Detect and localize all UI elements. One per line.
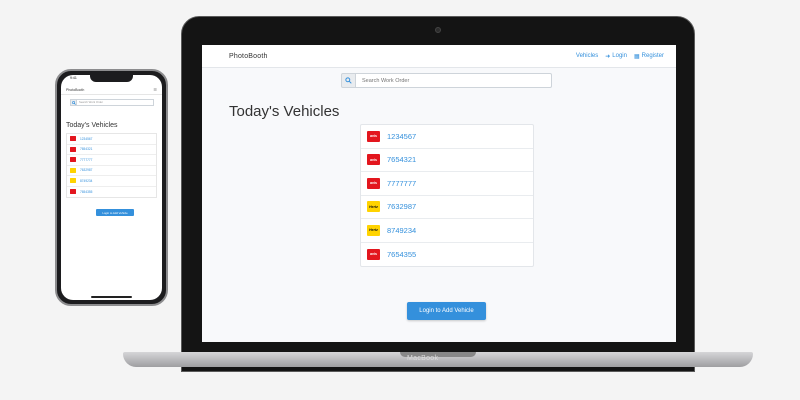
list-item[interactable]: 7654355 — [67, 187, 156, 198]
phone-screen: 9:41 PhotoBooth ☰ Search Work Order Toda… — [61, 75, 162, 300]
login-add-vehicle-button[interactable]: Login to Add Vehicle — [407, 302, 486, 320]
nav-vehicles-label: Vehicles — [575, 53, 599, 59]
vehicle-row[interactable]: avis 7777777 — [361, 172, 533, 196]
nav-vehicles-link[interactable]: Vehicles — [576, 53, 598, 59]
avis-logo-icon: avis — [367, 248, 380, 260]
phone-navbar: PhotoBooth ☰ — [61, 85, 162, 95]
hertz-logo-icon: Hertz — [367, 201, 380, 213]
list-item[interactable]: 7632987 — [67, 166, 156, 176]
vehicle-number-link[interactable]: 8749234 — [80, 179, 92, 183]
vehicle-number-link[interactable]: 1234567 — [387, 132, 416, 141]
search-button[interactable] — [341, 73, 356, 88]
sign-in-icon: ➜ — [605, 53, 611, 60]
vehicle-number-link[interactable]: 7632987 — [80, 168, 92, 172]
nav-login-label: Login — [612, 53, 627, 59]
register-icon: ▦ — [633, 53, 640, 60]
home-indicator — [91, 296, 132, 298]
hertz-logo-icon: Hertz — [367, 224, 380, 236]
nav-register-label: Register — [641, 53, 664, 59]
macbook-label: MacBook — [407, 355, 439, 362]
brand-link[interactable]: PhotoBooth — [229, 53, 268, 60]
vehicle-row[interactable]: Hertz 8749234 — [361, 219, 533, 243]
nav-links: Vehicles ➜ Login ▦ Register — [576, 53, 664, 60]
vehicle-number-link[interactable]: 8749234 — [387, 226, 416, 235]
avis-logo-icon — [70, 136, 76, 142]
phone-page-title: Today's Vehicles — [66, 122, 118, 129]
search-icon — [71, 100, 76, 105]
vehicle-number-link[interactable]: 7654321 — [80, 147, 92, 151]
laptop-screen: PhotoBooth Vehicles ➜Login ▦Register Tod… — [202, 45, 676, 342]
phone-login-add-vehicle-button[interactable]: Login to Add Vehicle — [96, 209, 134, 216]
vehicle-number-link[interactable]: 7654355 — [80, 190, 92, 194]
vehicle-number-link[interactable]: 7632987 — [387, 202, 416, 211]
avis-logo-icon — [70, 146, 76, 152]
phone-mockup: 9:41 PhotoBooth ☰ Search Work Order Toda… — [55, 69, 168, 306]
search-bar — [341, 73, 552, 88]
list-item[interactable]: 8749234 — [67, 176, 156, 187]
hertz-logo-icon — [70, 178, 76, 184]
phone-notch — [90, 75, 133, 82]
phone-search-bar: Search Work Order — [70, 99, 154, 106]
vehicle-number-link[interactable]: 7777777 — [387, 179, 416, 188]
list-item[interactable]: 1234567 — [67, 134, 156, 145]
phone-brand-link[interactable]: PhotoBooth — [66, 88, 84, 92]
vehicle-number-link[interactable]: 7777777 — [80, 158, 92, 162]
vehicle-row[interactable]: avis 7654355 — [361, 243, 533, 267]
avis-logo-icon: avis — [367, 177, 380, 189]
vehicle-number-link[interactable]: 7654355 — [387, 250, 416, 259]
camera-icon — [435, 27, 441, 33]
laptop-mockup: PhotoBooth Vehicles ➜Login ▦Register Tod… — [181, 16, 695, 372]
avis-logo-icon — [70, 157, 76, 163]
vehicle-row[interactable]: avis 7654321 — [361, 149, 533, 172]
vehicle-row[interactable]: avis 1234567 — [361, 125, 533, 149]
nav-login-link[interactable]: ➜ Login — [605, 53, 627, 60]
hertz-logo-icon — [70, 167, 76, 173]
vehicle-number-link[interactable]: 7654321 — [387, 155, 416, 164]
search-input[interactable] — [356, 73, 552, 88]
list-item[interactable]: 7777777 — [67, 155, 156, 166]
list-item[interactable]: 7654321 — [67, 145, 156, 155]
vehicle-row[interactable]: Hertz 7632987 — [361, 196, 533, 219]
vehicle-list: avis 1234567 avis 7654321 avis 7777777 H… — [360, 124, 534, 267]
phone-vehicle-list: 1234567 7654321 7777777 7632987 8749234 … — [66, 133, 157, 198]
vehicle-number-link[interactable]: 1234567 — [80, 137, 92, 141]
navbar: PhotoBooth Vehicles ➜ Login ▦ Register — [202, 45, 676, 68]
nav-register-link[interactable]: ▦ Register — [634, 53, 664, 60]
avis-logo-icon: avis — [367, 154, 380, 166]
phone-search-button[interactable] — [70, 99, 77, 106]
phone-search-input[interactable]: Search Work Order — [77, 99, 154, 106]
hamburger-menu-icon[interactable]: ☰ — [153, 87, 157, 92]
page-title: Today's Vehicles — [229, 103, 340, 120]
phone-time: 9:41 — [70, 76, 77, 80]
search-icon — [345, 77, 352, 84]
avis-logo-icon: avis — [367, 130, 380, 142]
avis-logo-icon — [70, 189, 76, 195]
